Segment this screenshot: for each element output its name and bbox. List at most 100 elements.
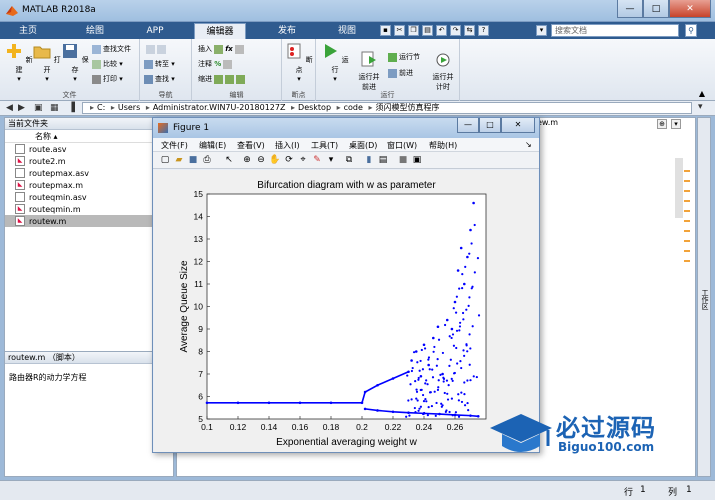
search-go-icon[interactable]: ⚲ (685, 24, 697, 37)
fx-icon[interactable]: fx (225, 45, 233, 53)
file-item[interactable]: route.asv (5, 143, 173, 155)
editor-scrollbar[interactable] (675, 158, 683, 218)
run-button[interactable]: 运行 ▾ (320, 42, 350, 83)
file-item[interactable]: ◣ routeqmin.m (5, 203, 173, 215)
data-point[interactable] (445, 318, 449, 322)
switch-window-icon[interactable]: ⇆ (464, 25, 475, 36)
tab-home[interactable]: 主页 (8, 23, 48, 39)
forward-icon[interactable]: ▶ (18, 103, 25, 113)
data-point[interactable] (450, 327, 454, 331)
help-small-icon[interactable]: ? (478, 25, 489, 36)
figure-minimize-button[interactable]: — (457, 118, 479, 133)
breadcrumb[interactable]: ▸ C: ▸ Users ▸ Administrator.WIN7U-20180127… (82, 102, 692, 114)
data-point[interactable] (463, 282, 466, 286)
menu-window[interactable]: 窗口(W) (387, 140, 417, 151)
data-point[interactable] (391, 410, 395, 414)
tab-plots[interactable]: 绘图 (70, 23, 120, 39)
rotate-icon[interactable]: ⟳ (283, 154, 295, 166)
editor-menu-icon[interactable]: ▾ (671, 119, 681, 129)
tab-apps[interactable]: APP (130, 23, 180, 39)
file-item[interactable]: ◣ routepmax.m (5, 179, 173, 191)
brush-icon[interactable]: ✎ (311, 154, 323, 166)
pan-icon[interactable]: ✋ (269, 154, 281, 166)
menu-insert[interactable]: 插入(I) (275, 140, 300, 151)
run-time-button[interactable]: 运行并 计时 (426, 42, 460, 92)
link-plot-icon[interactable]: ⧉ (343, 154, 355, 166)
data-point[interactable] (410, 359, 413, 362)
data-point[interactable] (363, 407, 367, 411)
data-point[interactable] (441, 372, 444, 376)
quick-cut-icon[interactable]: ✂ (394, 25, 405, 36)
editor-expand-icon[interactable]: ⊕ (657, 119, 667, 129)
redo-icon[interactable]: ↷ (450, 25, 461, 36)
minimize-button[interactable]: — (617, 0, 643, 18)
figure-maximize-button[interactable]: □ (479, 118, 501, 133)
data-point[interactable] (376, 409, 379, 412)
data-point[interactable] (456, 269, 460, 272)
new-button[interactable]: 新建 ▾ (4, 42, 34, 83)
root-icon[interactable]: ▐ (68, 103, 75, 113)
find-button[interactable]: 查找 ▾ (144, 73, 175, 85)
brush-dropdown-icon[interactable]: ▾ (325, 154, 337, 166)
tab-publish[interactable]: 发布 (262, 23, 312, 39)
tab-view[interactable]: 视图 (322, 23, 372, 39)
data-point[interactable] (407, 370, 410, 374)
data-point[interactable] (329, 401, 333, 405)
data-point[interactable] (422, 343, 426, 347)
menu-view[interactable]: 查看(V) (237, 140, 265, 151)
data-point[interactable] (360, 401, 364, 405)
breakpoints-button[interactable]: 断点 ▾ (284, 42, 314, 83)
menu-file[interactable]: 文件(F) (161, 140, 188, 151)
save-button[interactable]: 保存 ▾ (60, 42, 90, 83)
menu-desktop[interactable]: 桌面(D) (349, 140, 377, 151)
open-file-icon[interactable]: ▰ (173, 154, 185, 166)
data-point[interactable] (476, 415, 480, 418)
data-point[interactable] (459, 246, 463, 250)
print-figure-icon[interactable]: ⎙ (201, 154, 213, 166)
menu-help[interactable]: 帮助(H) (429, 140, 457, 151)
collapse-ribbon-icon[interactable]: ▲ (699, 89, 705, 98)
editor-tab[interactable]: ew.m (537, 118, 558, 127)
colorbar-icon[interactable]: ▮ (363, 154, 375, 166)
file-item[interactable]: ◣ route2.m (5, 155, 173, 167)
run-advance-button[interactable]: 运行并 前进 (352, 42, 386, 92)
figure-close-button[interactable]: ✕ (501, 118, 535, 133)
up-folder-icon[interactable]: ▣ (34, 103, 43, 113)
open-button[interactable]: 打开 ▾ (32, 42, 62, 83)
maximize-button[interactable]: □ (643, 0, 669, 18)
advance-button[interactable]: 前进 (388, 67, 413, 79)
data-point[interactable] (436, 325, 440, 329)
data-point[interactable] (267, 401, 271, 405)
data-point[interactable] (391, 377, 395, 380)
back-icon[interactable]: ◀ (6, 103, 13, 113)
data-point[interactable] (414, 350, 418, 353)
select-pointer-icon[interactable]: ↖ (223, 154, 235, 166)
menu-dock-icon[interactable]: ↘ (525, 140, 532, 149)
browse-folder-icon[interactable]: ▦ (50, 103, 59, 113)
new-figure-icon[interactable]: ▢ (159, 154, 171, 166)
insert-button[interactable]: 插入 fx (198, 43, 246, 55)
zoom-in-icon[interactable]: ⊕ (241, 154, 253, 166)
menu-edit[interactable]: 编辑(E) (199, 140, 226, 151)
data-point[interactable] (236, 401, 240, 405)
file-item[interactable]: routepmax.asv (5, 167, 173, 179)
data-point[interactable] (469, 414, 472, 417)
quick-paste-icon[interactable]: ▤ (422, 25, 433, 36)
path-dropdown-icon[interactable]: ▾ (698, 102, 703, 112)
data-point[interactable] (432, 336, 435, 340)
data-point[interactable] (298, 401, 302, 405)
save-figure-icon[interactable]: ■ (187, 154, 199, 166)
indent-button[interactable]: 缩进 (198, 73, 247, 85)
goto-button[interactable]: 转至 ▾ (144, 58, 175, 70)
print-button[interactable]: 打印 ▾ (92, 73, 123, 85)
quick-save-icon[interactable]: ▪ (380, 25, 391, 36)
run-section-button[interactable]: 运行节 (388, 51, 420, 63)
data-point[interactable] (419, 374, 423, 378)
figure-window[interactable]: Figure 1 — □ ✕ 文件(F) 编辑(E) 查看(V) 插入(I) 工… (152, 117, 540, 453)
figure-title-bar[interactable]: Figure 1 — □ ✕ (153, 118, 539, 138)
data-point[interactable] (472, 201, 475, 205)
data-point[interactable] (376, 383, 379, 387)
menu-tools[interactable]: 工具(T) (311, 140, 338, 151)
legend-icon[interactable]: ▤ (377, 154, 389, 166)
data-point[interactable] (438, 412, 441, 416)
